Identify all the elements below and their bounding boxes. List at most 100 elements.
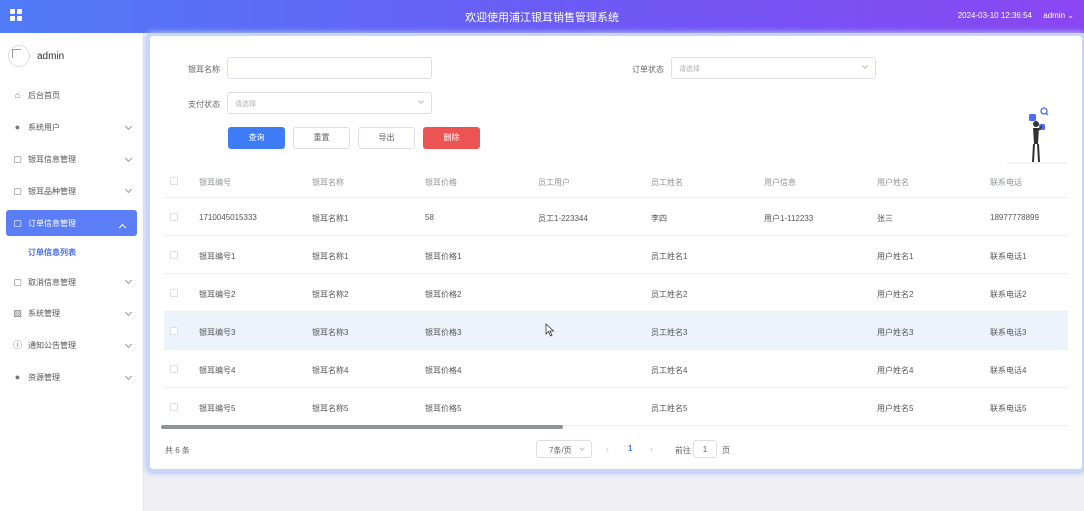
main-panel: 银耳名称 订单状态 请选择 支付状态 请选择 查询 重置 导出 删除 银耳编号 … xyxy=(150,36,1082,469)
sidebar-item-tremella-variety[interactable]: ▢ 银耳品种管理 xyxy=(0,175,143,207)
order-status-placeholder: 请选择 xyxy=(679,66,700,73)
name-filter-label: 银耳名称 xyxy=(188,65,220,74)
column-header: 员工姓名 xyxy=(651,178,683,187)
total-count: 共 6 条 xyxy=(165,446,190,455)
next-page-icon[interactable]: › xyxy=(650,444,653,454)
table-cell: 18977778899 xyxy=(990,213,1039,222)
table-row[interactable]: 银耳编号3 银耳名称3 银耳价格3 员工姓名3 用户姓名3 联系电话3 xyxy=(164,312,1068,350)
table-cell: 银耳名称2 xyxy=(312,290,349,299)
chevron-down-icon xyxy=(124,308,133,317)
page-size-value: 7条/页 xyxy=(549,446,572,455)
app-title: 欢迎使用浦江银耳销售管理系统 xyxy=(465,12,619,24)
table-cell: 用户姓名1 xyxy=(877,252,914,261)
info-icon: ⓘ xyxy=(13,340,23,351)
table-cell: 员工1-223344 xyxy=(538,214,588,223)
name-filter-input[interactable] xyxy=(227,57,432,79)
sidebar-item-label: 订单信息管理 xyxy=(28,218,76,228)
table-row[interactable]: 银耳编号1 银耳名称1 银耳价格1 员工姓名1 用户姓名1 联系电话1 xyxy=(164,236,1068,274)
table-cell: 银耳名称5 xyxy=(312,404,349,413)
user-menu[interactable]: admin ⌄ xyxy=(1043,11,1074,20)
column-header: 联系电话 xyxy=(990,178,1022,187)
table-cell: 员工姓名1 xyxy=(651,252,688,261)
query-button[interactable]: 查询 xyxy=(228,127,285,149)
reset-button[interactable]: 重置 xyxy=(293,127,350,149)
sidebar: admin ⌂ 后台首页 ● 系统用户 ▢ 银耳信息管理 ▢ 银耳品种管理 ▢ … xyxy=(0,33,144,511)
chevron-down-icon: ⌄ xyxy=(1067,11,1074,20)
table-cell: 用户姓名5 xyxy=(877,404,914,413)
orders-table: 银耳编号 银耳名称 银耳价格 员工用户 员工姓名 用户信息 用户姓名 联系电话 … xyxy=(164,164,1068,426)
pay-status-select[interactable]: 请选择 xyxy=(227,92,432,114)
row-checkbox[interactable] xyxy=(170,289,178,297)
table-row[interactable]: 银耳编号2 银耳名称2 银耳价格2 员工姓名2 用户姓名2 联系电话2 xyxy=(164,274,1068,312)
sidebar-item-label: 取消信息管理 xyxy=(28,277,76,287)
chart-icon: ▨ xyxy=(13,308,22,319)
page-size-select[interactable]: 7条/页 xyxy=(536,440,592,458)
sidebar-item-system[interactable]: ▨ 系统管理 xyxy=(0,298,143,330)
table-cell: 银耳价格2 xyxy=(425,290,462,299)
horizontal-scrollbar[interactable] xyxy=(161,425,563,429)
table-row[interactable]: 1710045015333 银耳名称1 58 员工1-223344 李四 用户1… xyxy=(164,198,1068,236)
avatar xyxy=(8,45,30,67)
table-cell: 1710045015333 xyxy=(199,213,257,222)
export-button[interactable]: 导出 xyxy=(358,127,415,149)
top-bar: 欢迎使用浦江银耳销售管理系统 2024-03-10 12:36:54 admin… xyxy=(0,0,1084,33)
order-status-select[interactable]: 请选择 xyxy=(671,57,876,79)
sidebar-item-system-users[interactable]: ● 系统用户 xyxy=(0,112,143,144)
pay-status-placeholder: 请选择 xyxy=(235,101,256,108)
table-row[interactable]: 银耳编号5 银耳名称5 银耳价格5 员工姓名5 用户姓名5 联系电话5 xyxy=(164,388,1068,426)
sidebar-item-label: 后台首页 xyxy=(28,91,60,101)
table-cell: 银耳名称4 xyxy=(312,366,349,375)
table-cell: 银耳名称3 xyxy=(312,328,349,337)
home-icon: ⌂ xyxy=(14,90,21,101)
table-row[interactable]: 银耳编号4 银耳名称4 银耳价格4 员工姓名4 用户姓名4 联系电话4 xyxy=(164,350,1068,388)
sidebar-item-home[interactable]: ⌂ 后台首页 xyxy=(0,80,143,112)
row-checkbox[interactable] xyxy=(170,213,178,221)
sidebar-item-cancel[interactable]: ▢ 取消信息管理 xyxy=(0,266,143,298)
chevron-down-icon xyxy=(579,445,585,451)
current-page[interactable]: 1 xyxy=(628,444,632,453)
goto-page-input[interactable]: 1 xyxy=(693,440,717,458)
pin-icon: ● xyxy=(14,371,21,382)
sidebar-subitem-order-list[interactable]: 订单信息列表 xyxy=(0,239,143,266)
pay-status-label: 支付状态 xyxy=(188,100,220,109)
column-header: 银耳名称 xyxy=(312,178,344,187)
table-cell: 联系电话3 xyxy=(990,328,1027,337)
prev-page-icon[interactable]: ‹ xyxy=(606,444,609,454)
chevron-down-icon xyxy=(124,340,133,348)
sidebar-item-resources[interactable]: ● 资源管理 xyxy=(0,362,143,394)
column-header: 银耳价格 xyxy=(425,178,457,187)
chevron-down-icon xyxy=(124,186,133,194)
table-cell: 银耳编号2 xyxy=(199,290,236,299)
table-cell: 用户姓名2 xyxy=(877,290,914,299)
chevron-down-icon xyxy=(124,277,133,285)
doc-icon: ▢ xyxy=(13,185,22,196)
column-header: 用户信息 xyxy=(764,178,796,187)
table-cell: 员工姓名3 xyxy=(651,328,688,337)
table-cell: 银耳价格5 xyxy=(425,404,462,413)
sidebar-item-label: 系统管理 xyxy=(28,309,60,319)
table-cell: 银耳编号1 xyxy=(199,252,236,261)
row-checkbox[interactable] xyxy=(170,251,178,259)
delete-button[interactable]: 删除 xyxy=(423,127,480,149)
chevron-up-icon xyxy=(118,224,127,232)
row-checkbox[interactable] xyxy=(170,365,178,373)
column-header: 用户姓名 xyxy=(877,178,909,187)
sidebar-item-label: 银耳品种管理 xyxy=(28,186,76,196)
select-all-checkbox[interactable] xyxy=(170,177,178,185)
row-checkbox[interactable] xyxy=(170,403,178,411)
table-cell: 银耳价格3 xyxy=(425,328,462,337)
sidebar-user: admin xyxy=(8,43,64,69)
table-cell: 用户1-112233 xyxy=(764,214,814,223)
table-cell: 员工姓名4 xyxy=(651,366,688,375)
sidebar-item-orders[interactable]: ▢ 订单信息管理 xyxy=(6,210,137,237)
sidebar-item-notices[interactable]: ⓘ 通知公告管理 xyxy=(0,330,143,362)
chevron-down-icon xyxy=(124,154,133,162)
order-status-label: 订单状态 xyxy=(632,65,664,74)
user-menu-label: admin xyxy=(1043,11,1066,20)
doc-icon: ▢ xyxy=(13,276,22,287)
sidebar-item-tremella-info[interactable]: ▢ 银耳信息管理 xyxy=(0,144,143,176)
table-cell: 银耳编号3 xyxy=(199,328,236,337)
sidebar-menu: ⌂ 后台首页 ● 系统用户 ▢ 银耳信息管理 ▢ 银耳品种管理 ▢ 订单信息管理… xyxy=(0,80,143,393)
goto-label: 前往 xyxy=(675,446,691,455)
row-checkbox[interactable] xyxy=(170,327,178,335)
